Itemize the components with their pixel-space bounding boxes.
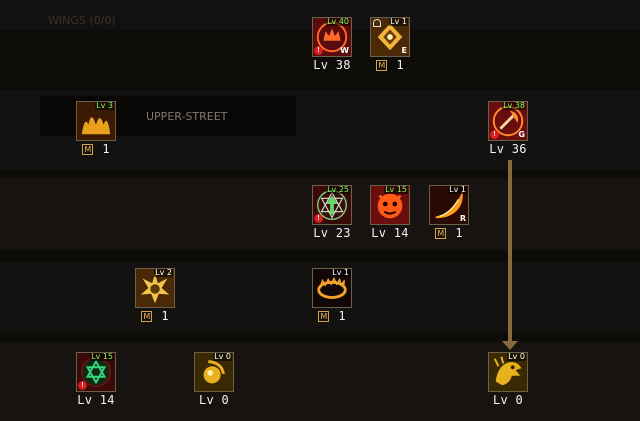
skill-slot-slash[interactable]: Lv 1 R M1 <box>426 185 472 240</box>
skill-level-label: Lv 38 <box>313 58 351 72</box>
skill-icon-frame[interactable]: Lv 15 <box>370 185 410 225</box>
skill-slot-ring[interactable]: Lv 1 M1 <box>309 268 355 323</box>
skill-level-badge: Lv 1 <box>331 268 350 277</box>
skill-mastery-value: 1 <box>161 309 169 323</box>
skill-rank-letter: E <box>401 46 407 55</box>
skill-mastery-value: 1 <box>396 58 404 72</box>
mastery-icon: M <box>376 59 388 71</box>
skill-slot-star[interactable]: Lv 25! Lv 23 <box>309 185 355 240</box>
skill-slot-demon[interactable]: Lv 15 Lv 14 <box>367 185 413 240</box>
skill-rank-letter: W <box>340 46 349 55</box>
skill-mastery-row: M1 <box>73 142 119 156</box>
skill-mastery-value: 1 <box>455 226 463 240</box>
skill-slot-flames[interactable]: Lv 3 M1 <box>73 101 119 156</box>
skill-level-label: Lv 14 <box>371 226 409 240</box>
skill-level-badge: Lv 15 <box>90 352 114 361</box>
skill-level-badge: Lv 0 <box>213 352 232 361</box>
skill-slot-spikes[interactable]: Lv 2 M1 <box>132 268 178 323</box>
skill-level-label: Lv 0 <box>492 393 524 407</box>
skill-mastery-value: 1 <box>338 309 346 323</box>
skill-icon-frame[interactable]: Lv 25! <box>312 185 352 225</box>
skill-icon-frame[interactable]: Lv 1 E <box>370 17 410 57</box>
skill-icon-frame[interactable]: Lv 0 <box>488 352 528 392</box>
skill-mastery-row: M1 <box>426 226 472 240</box>
warning-icon: ! <box>314 46 323 55</box>
skill-icon-frame[interactable]: Lv 0 <box>194 352 234 392</box>
mastery-icon: M <box>82 143 94 155</box>
skill-level-badge: Lv 2 <box>154 268 173 277</box>
skill-icon-frame[interactable]: Lv 3 <box>76 101 116 141</box>
background-text-top: WINGS (0/0) <box>48 14 116 27</box>
skill-level-label: Lv 36 <box>489 142 527 156</box>
skill-rank-letter: R <box>459 214 466 223</box>
skill-slot-dragon[interactable]: Lv 0 Lv 0 <box>485 352 531 407</box>
warning-icon: ! <box>490 130 499 139</box>
skill-icon-frame[interactable]: Lv 38! G <box>488 101 528 141</box>
skill-mastery-row: M1 <box>367 58 413 72</box>
mastery-icon: M <box>318 310 330 322</box>
skill-slot-diamond[interactable]: Lv 1 E M1 <box>367 17 413 72</box>
skill-rank-letter: G <box>518 130 525 139</box>
skill-icon-frame[interactable]: Lv 40! W <box>312 17 352 57</box>
skill-level-badge: Lv 1 <box>389 17 408 26</box>
skill-level-badge: Lv 3 <box>95 101 114 110</box>
skill-level-badge: Lv 38 <box>502 101 526 110</box>
skill-level-badge: Lv 15 <box>384 185 408 194</box>
background-text-tooltip: UPPER-STREET <box>146 110 228 123</box>
skill-slot-crown[interactable]: Lv 40! W Lv 38 <box>309 17 355 72</box>
warning-icon: ! <box>314 214 323 223</box>
skill-level-badge: Lv 25 <box>326 185 350 194</box>
skill-mastery-value: 1 <box>102 142 110 156</box>
skill-slot-orb[interactable]: Lv 0 Lv 0 <box>191 352 237 407</box>
lock-icon <box>373 19 381 27</box>
skill-level-badge: Lv 1 <box>448 185 467 194</box>
skill-mastery-row: M1 <box>132 309 178 323</box>
skill-icon-frame[interactable]: Lv 2 <box>135 268 175 308</box>
mastery-icon: M <box>141 310 153 322</box>
skill-level-badge: Lv 0 <box>507 352 526 361</box>
skill-icon-frame[interactable]: Lv 15! <box>76 352 116 392</box>
skill-slot-axe[interactable]: Lv 38! G Lv 36 <box>485 101 531 156</box>
skill-level-badge: Lv 40 <box>326 17 350 26</box>
skill-level-label: Lv 23 <box>313 226 351 240</box>
skill-connector-arrowhead <box>502 341 518 350</box>
skill-mastery-row: M1 <box>309 309 355 323</box>
skill-connector-line <box>508 160 512 343</box>
skill-level-label: Lv 14 <box>77 393 115 407</box>
mastery-icon: M <box>435 227 447 239</box>
warning-icon: ! <box>78 381 87 390</box>
skill-level-label: Lv 0 <box>198 393 230 407</box>
skill-icon-frame[interactable]: Lv 1 <box>312 268 352 308</box>
skill-icon-frame[interactable]: Lv 1 R <box>429 185 469 225</box>
skill-slot-hexagram[interactable]: Lv 15! Lv 14 <box>73 352 119 407</box>
